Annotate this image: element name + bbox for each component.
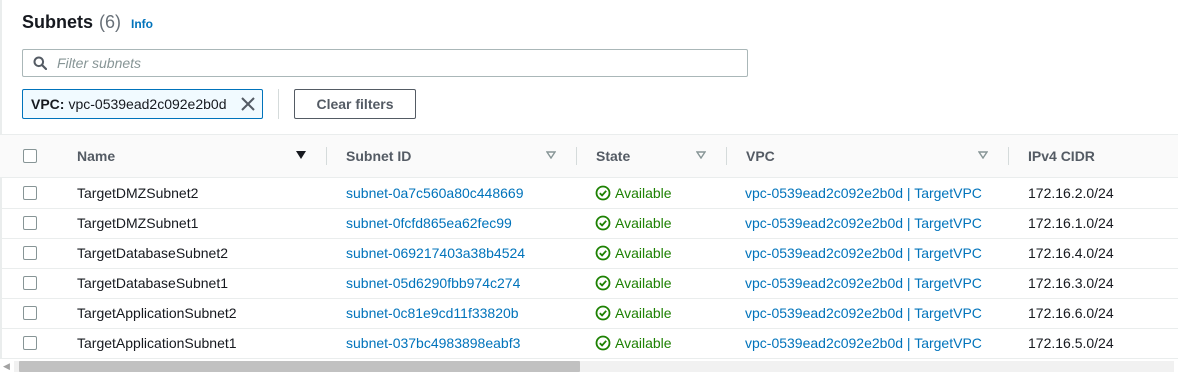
table-row[interactable]: TargetDMZSubnet1 subnet-0fcfd865ea62fec9… [0, 208, 1178, 239]
sort-caret-icon[interactable] [978, 151, 988, 159]
subnet-id-link[interactable]: subnet-037bc4983898eabf3 [346, 328, 520, 358]
row-checkbox[interactable] [23, 306, 37, 320]
panel-header: Subnets (6) Info [22, 12, 153, 33]
subnet-id-link[interactable]: subnet-05d6290fbb974c274 [346, 268, 520, 298]
vpc-link[interactable]: vpc-0539ead2c092e2b0d | TargetVPC [745, 208, 982, 238]
vpc-link[interactable]: vpc-0539ead2c092e2b0d | TargetVPC [745, 268, 982, 298]
column-header-name[interactable]: Name [77, 135, 115, 177]
ipv4-cidr: 172.16.6.0/24 [1028, 305, 1114, 321]
check-circle-icon [595, 335, 611, 351]
subnet-id-link[interactable]: subnet-0c81e9cd11f33820b [346, 298, 519, 328]
subnet-id-link[interactable]: subnet-0fcfd865ea62fec99 [346, 208, 512, 238]
select-all-checkbox[interactable] [23, 149, 37, 163]
status-label: Available [615, 305, 672, 321]
search-icon [33, 56, 47, 70]
filter-search-box[interactable] [22, 49, 748, 77]
vpc-link[interactable]: vpc-0539ead2c092e2b0d | TargetVPC [745, 298, 982, 328]
subnet-name: TargetDatabaseSubnet2 [77, 245, 228, 261]
status-label: Available [615, 185, 672, 201]
subnet-name: TargetApplicationSubnet1 [77, 335, 237, 351]
status-badge: Available [595, 178, 672, 208]
sort-caret-icon[interactable] [546, 151, 556, 159]
table-row[interactable]: TargetDatabaseSubnet1 subnet-05d6290fbb9… [0, 268, 1178, 299]
status-label: Available [615, 335, 672, 351]
check-circle-icon [595, 185, 611, 201]
ipv4-cidr: 172.16.3.0/24 [1028, 275, 1114, 291]
scrollbar-thumb[interactable] [19, 361, 580, 372]
table-row[interactable]: TargetDMZSubnet2 subnet-0a7c560a80c44866… [0, 178, 1178, 209]
subnet-id-link[interactable]: subnet-069217403a38b4524 [346, 238, 525, 268]
row-checkbox[interactable] [23, 276, 37, 290]
column-header-vpc[interactable]: VPC [746, 135, 775, 177]
column-divider [576, 147, 577, 165]
info-link[interactable]: Info [131, 17, 153, 31]
table-row[interactable]: TargetApplicationSubnet2 subnet-0c81e9cd… [0, 298, 1178, 329]
check-circle-icon [595, 245, 611, 261]
check-circle-icon [595, 275, 611, 291]
vpc-link[interactable]: vpc-0539ead2c092e2b0d | TargetVPC [745, 238, 982, 268]
status-badge: Available [595, 268, 672, 298]
column-header-ipv4-cidr[interactable]: IPv4 CIDR [1028, 135, 1095, 177]
subnet-id-link[interactable]: subnet-0a7c560a80c448669 [346, 178, 524, 208]
column-divider [1008, 147, 1009, 165]
vpc-link[interactable]: vpc-0539ead2c092e2b0d | TargetVPC [745, 328, 982, 358]
row-checkbox[interactable] [23, 336, 37, 350]
filter-token-key: VPC: [31, 96, 65, 112]
column-header-subnet-id[interactable]: Subnet ID [346, 135, 411, 177]
ipv4-cidr: 172.16.5.0/24 [1028, 335, 1114, 351]
column-divider [326, 147, 327, 165]
status-label: Available [615, 215, 672, 231]
status-badge: Available [595, 208, 672, 238]
sort-caret-icon[interactable] [696, 151, 706, 159]
ipv4-cidr: 172.16.1.0/24 [1028, 215, 1114, 231]
vpc-link[interactable]: vpc-0539ead2c092e2b0d | TargetVPC [745, 178, 982, 208]
ipv4-cidr: 172.16.4.0/24 [1028, 245, 1114, 261]
search-input[interactable] [55, 54, 719, 72]
clear-filters-button[interactable]: Clear filters [294, 89, 416, 119]
table-row[interactable]: TargetDatabaseSubnet2 subnet-069217403a3… [0, 238, 1178, 269]
subnet-name: TargetDMZSubnet2 [77, 185, 199, 201]
check-circle-icon [595, 215, 611, 231]
column-header-state[interactable]: State [596, 135, 630, 177]
row-checkbox[interactable] [23, 246, 37, 260]
subnet-name: TargetDMZSubnet1 [77, 215, 199, 231]
status-badge: Available [595, 298, 672, 328]
sort-descending-icon[interactable] [296, 151, 306, 159]
table-row[interactable]: TargetApplicationSubnet1 subnet-037bc498… [0, 328, 1178, 359]
filter-token-vpc: VPC: vpc-0539ead2c092e2b0d [22, 89, 263, 119]
scroll-left-arrow-icon[interactable]: ◀ [3, 361, 10, 372]
status-badge: Available [595, 328, 672, 358]
check-circle-icon [595, 305, 611, 321]
status-label: Available [615, 245, 672, 261]
page-title: Subnets [22, 12, 94, 32]
status-badge: Available [595, 238, 672, 268]
row-checkbox[interactable] [23, 186, 37, 200]
table-header: Name Subnet ID State VPC IPv4 CIDR [0, 135, 1178, 178]
close-icon[interactable] [240, 96, 256, 112]
ipv4-cidr: 172.16.2.0/24 [1028, 185, 1114, 201]
subnet-count: (6) [99, 12, 122, 32]
subnet-name: TargetDatabaseSubnet1 [77, 275, 228, 291]
status-label: Available [615, 275, 672, 291]
column-divider [726, 147, 727, 165]
filter-token-value: vpc-0539ead2c092e2b0d [68, 96, 227, 112]
subnet-name: TargetApplicationSubnet2 [77, 305, 237, 321]
row-checkbox[interactable] [23, 216, 37, 230]
filter-divider [278, 89, 279, 119]
